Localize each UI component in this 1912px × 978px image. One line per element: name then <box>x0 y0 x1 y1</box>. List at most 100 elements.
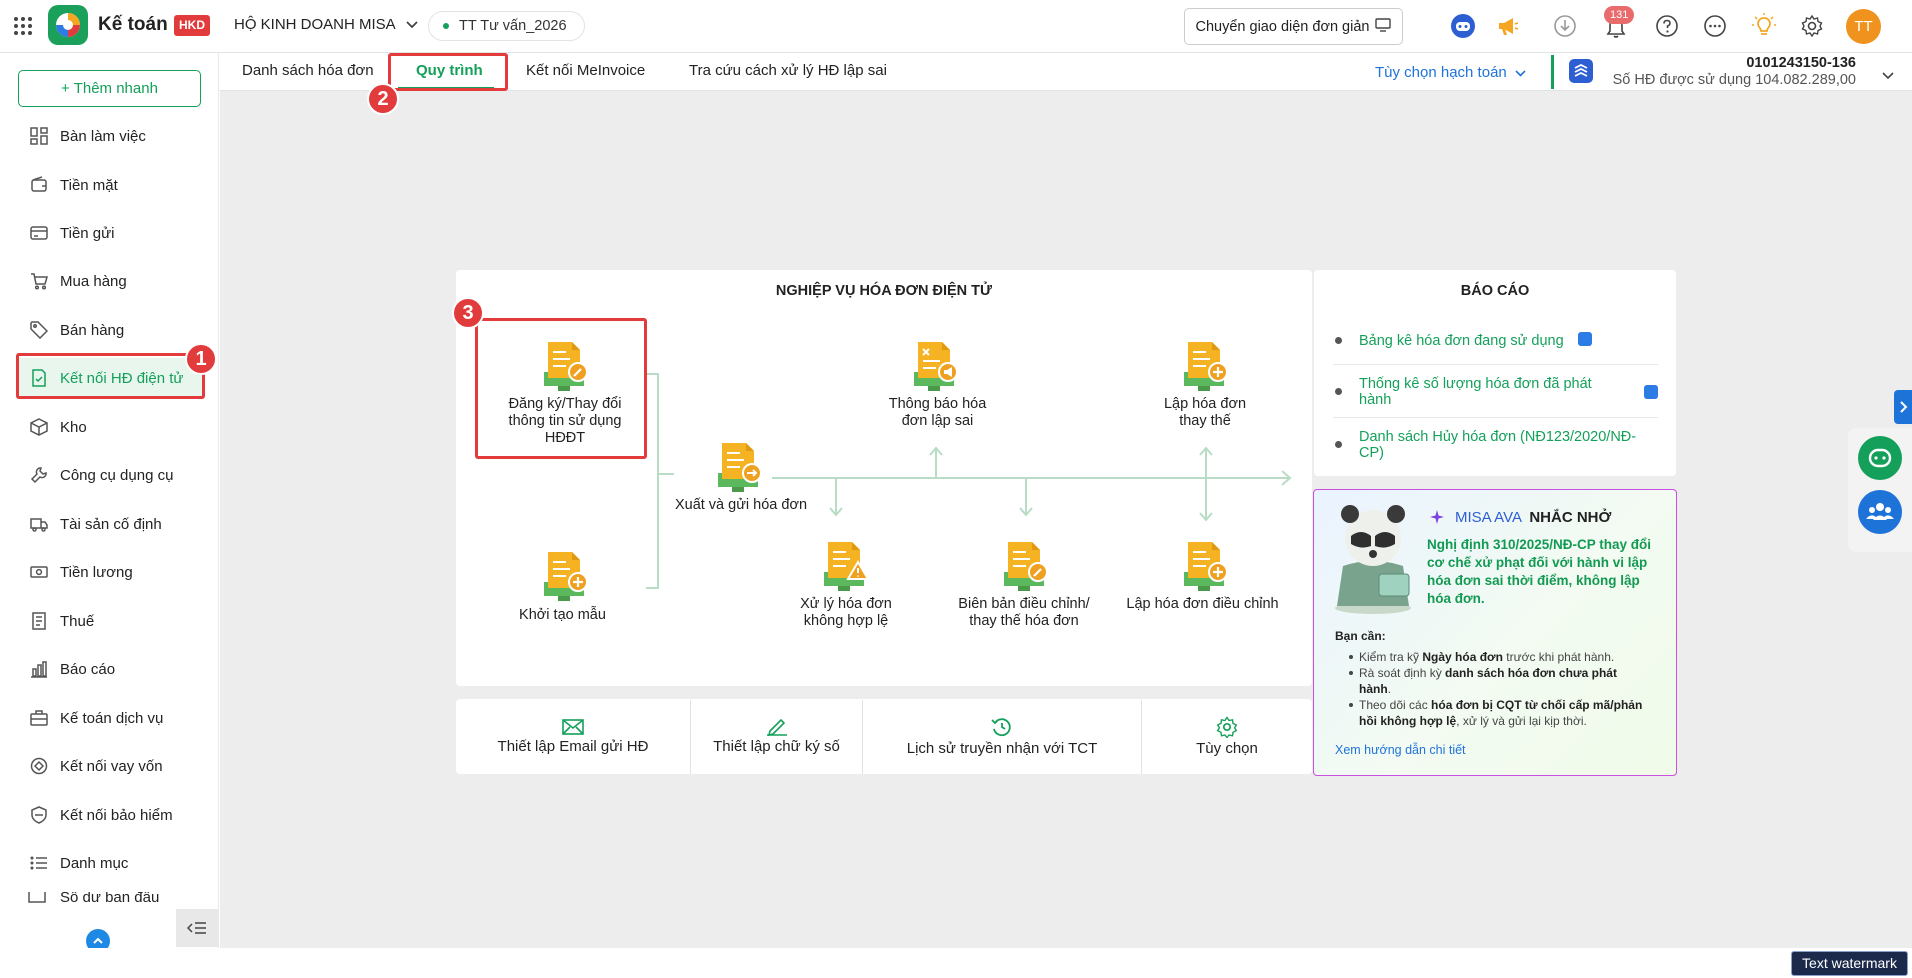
template-label[interactable]: Khởi tạo mẫu <box>500 607 625 624</box>
chevron-down-icon <box>406 16 418 33</box>
sidebar-item-label: Báo cáo <box>60 660 116 678</box>
idea-lightbulb-icon[interactable] <box>1751 12 1777 38</box>
sidebar-item-fixed-assets[interactable]: Tài sản cố định <box>16 504 204 544</box>
sidebar-item-report[interactable]: Báo cáo <box>16 649 204 689</box>
sidebar-item-tax[interactable]: Thuế <box>16 601 204 641</box>
app-name: Kế toán <box>98 14 168 35</box>
replace-invoice-label[interactable]: Lập hóa đơn thay thế <box>1150 396 1260 430</box>
report-link-invoices-in-use[interactable]: Bảng kê hóa đơn đang sử dụng <box>1359 333 1579 349</box>
account-chevron-icon[interactable] <box>1882 67 1894 84</box>
tab-meinvoice[interactable]: Kết nối MeInvoice <box>526 53 645 91</box>
apps-grid-icon[interactable] <box>13 16 33 36</box>
settings-gear-icon[interactable] <box>1800 14 1824 38</box>
app-badge: HKD <box>174 15 210 36</box>
tools-icon <box>28 464 50 486</box>
signature-icon <box>766 716 788 737</box>
chevron-down-icon <box>1515 64 1526 81</box>
options-label: Tùy chọn <box>1196 740 1258 757</box>
ai-assistant-icon[interactable] <box>1451 14 1475 38</box>
sidebar-item-label: Bán hàng <box>60 321 125 339</box>
sidebar-item-deposit[interactable]: Tiền gửi <box>16 213 204 253</box>
dashboard-icon <box>28 125 50 147</box>
watermark-label: Text watermark <box>1791 951 1908 976</box>
template-icon <box>538 550 598 606</box>
sidebar-item-label: Tiền lương <box>60 563 133 581</box>
cart-icon <box>28 270 50 292</box>
highlight-register-node <box>475 318 647 459</box>
community-button[interactable] <box>1858 490 1902 534</box>
collapse-sidebar-button[interactable] <box>176 909 219 947</box>
sidebar-item-label: Danh mục <box>60 854 129 872</box>
quick-add-button[interactable]: + Thêm nhanh <box>18 70 201 107</box>
tax-code: 0101243150-136 <box>1746 55 1856 71</box>
company-name: HỘ KINH DOANH MISA <box>234 16 396 33</box>
bullet <box>1335 441 1342 448</box>
period-pill[interactable]: TT Tư vấn_2026 <box>428 11 585 41</box>
sidebar-item-salary[interactable]: Tiền lương <box>16 552 204 592</box>
balance-icon <box>28 892 50 908</box>
minutes-label[interactable]: Biên bản điều chỉnh/ thay thế hóa đơn <box>950 596 1098 630</box>
chart-icon <box>28 658 50 680</box>
sidebar-item-opening-balance[interactable]: Số dư ban đầu <box>16 892 166 912</box>
sidebar-item-insurance[interactable]: Kết nối bảo hiểm <box>16 795 204 835</box>
sidebar-item-purchase[interactable]: Mua hàng <box>16 261 204 301</box>
email-setup-button[interactable]: Thiết lập Email gửi HĐ <box>456 700 690 774</box>
step-marker-1: 1 <box>185 343 217 375</box>
help-icon[interactable] <box>1655 14 1679 38</box>
signature-setup-button[interactable]: Thiết lập chữ ký số <box>691 700 862 774</box>
megaphone-icon[interactable] <box>1496 14 1520 38</box>
sidebar: + Thêm nhanh Bàn làm việc Tiền mặt Tiền … <box>0 53 219 953</box>
more-options-icon[interactable] <box>1703 14 1727 38</box>
status-dot <box>443 23 449 29</box>
card-icon <box>28 222 50 244</box>
company-selector[interactable]: HỘ KINH DOANH MISA <box>234 16 418 33</box>
accounting-options-label: Tùy chọn hạch toán <box>1375 63 1507 81</box>
ava-mascot-image <box>1323 496 1423 616</box>
sidebar-item-catalog[interactable]: Danh mục <box>16 843 204 883</box>
sidebar-item-label: Kết nối bảo hiểm <box>60 806 173 824</box>
sidebar-item-cash[interactable]: Tiền mặt <box>16 165 204 205</box>
tab-lookup-errors[interactable]: Tra cứu cách xử lý HĐ lập sai <box>689 53 887 91</box>
top-bar: Kế toán HKD HỘ KINH DOANH MISA TT Tư vấn… <box>0 0 1912 53</box>
ava-heading: MISA AVA NHẮC NHỞ <box>1455 509 1611 526</box>
sidebar-item-warehouse[interactable]: Kho <box>16 407 204 447</box>
right-panel-toggle[interactable] <box>1894 390 1912 424</box>
ava-bullet-2: Rà soát định kỳ danh sách hóa đơn chưa p… <box>1335 665 1645 697</box>
chat-support-button[interactable] <box>1858 436 1902 480</box>
sparkle-icon <box>1429 509 1445 529</box>
issue-invoice-label[interactable]: Xuất và gửi hóa đơn <box>662 497 820 514</box>
switch-ui-button[interactable]: Chuyển giao diện đơn giản <box>1184 8 1403 45</box>
sidebar-item-service-accounting[interactable]: Kế toán dịch vụ <box>16 698 204 738</box>
transmission-history-button[interactable]: Lịch sử truyền nhận với TCT <box>863 700 1141 774</box>
loan-icon <box>28 755 50 777</box>
user-avatar[interactable]: TT <box>1846 9 1881 44</box>
sidebar-item-label: Kế toán dịch vụ <box>60 709 164 727</box>
sidebar-item-sales[interactable]: Bán hàng <box>16 310 204 350</box>
download-icon[interactable] <box>1553 14 1577 38</box>
sidebar-item-loan[interactable]: Kết nối vay vốn <box>16 746 204 786</box>
report-link-cancelled[interactable]: Danh sách Hủy hóa đơn (NĐ123/2020/NĐ-CP) <box>1359 429 1659 461</box>
accounting-options-dropdown[interactable]: Tùy chọn hạch toán <box>1375 53 1526 91</box>
step-marker-3: 3 <box>452 297 484 329</box>
box-icon <box>28 416 50 438</box>
options-button[interactable]: Tùy chọn <box>1142 700 1312 774</box>
report-link-issued-count[interactable]: Thống kê số lượng hóa đơn đã phát hành <box>1359 376 1594 408</box>
notify-wrong-label[interactable]: Thông báo hóa đơn lập sai <box>880 396 995 430</box>
email-setup-label: Thiết lập Email gửi HĐ <box>497 738 649 755</box>
wallet-icon <box>28 174 50 196</box>
invalid-invoice-label[interactable]: Xử lý hóa đơn không hợp lệ <box>787 596 905 630</box>
tab-invoice-list[interactable]: Danh sách hóa đơn <box>242 53 374 91</box>
adjust-invoice-label[interactable]: Lập hóa đơn điều chỉnh <box>1115 596 1290 613</box>
ava-guide-link[interactable]: Xem hướng dẫn chi tiết <box>1335 743 1466 757</box>
sidebar-item-tools[interactable]: Công cụ dụng cụ <box>16 455 204 495</box>
sidebar-item-label: Tài sản cố định <box>60 515 162 533</box>
ava-bullet-list: Kiểm tra kỹ Ngày hóa đơn trước khi phát … <box>1335 649 1645 729</box>
ava-title: NHẮC NHỞ <box>1529 509 1612 526</box>
meinvoice-badge-icon <box>1578 332 1592 346</box>
list-icon <box>28 852 50 874</box>
sidebar-item-label: Tiền mặt <box>60 176 118 194</box>
sidebar-item-dashboard[interactable]: Bàn làm việc <box>16 116 204 156</box>
ava-message: Nghị định 310/2025/NĐ-CP thay đổi cơ chế… <box>1427 537 1652 606</box>
highlight-tab-process <box>388 53 508 91</box>
minutes-icon <box>998 540 1058 596</box>
